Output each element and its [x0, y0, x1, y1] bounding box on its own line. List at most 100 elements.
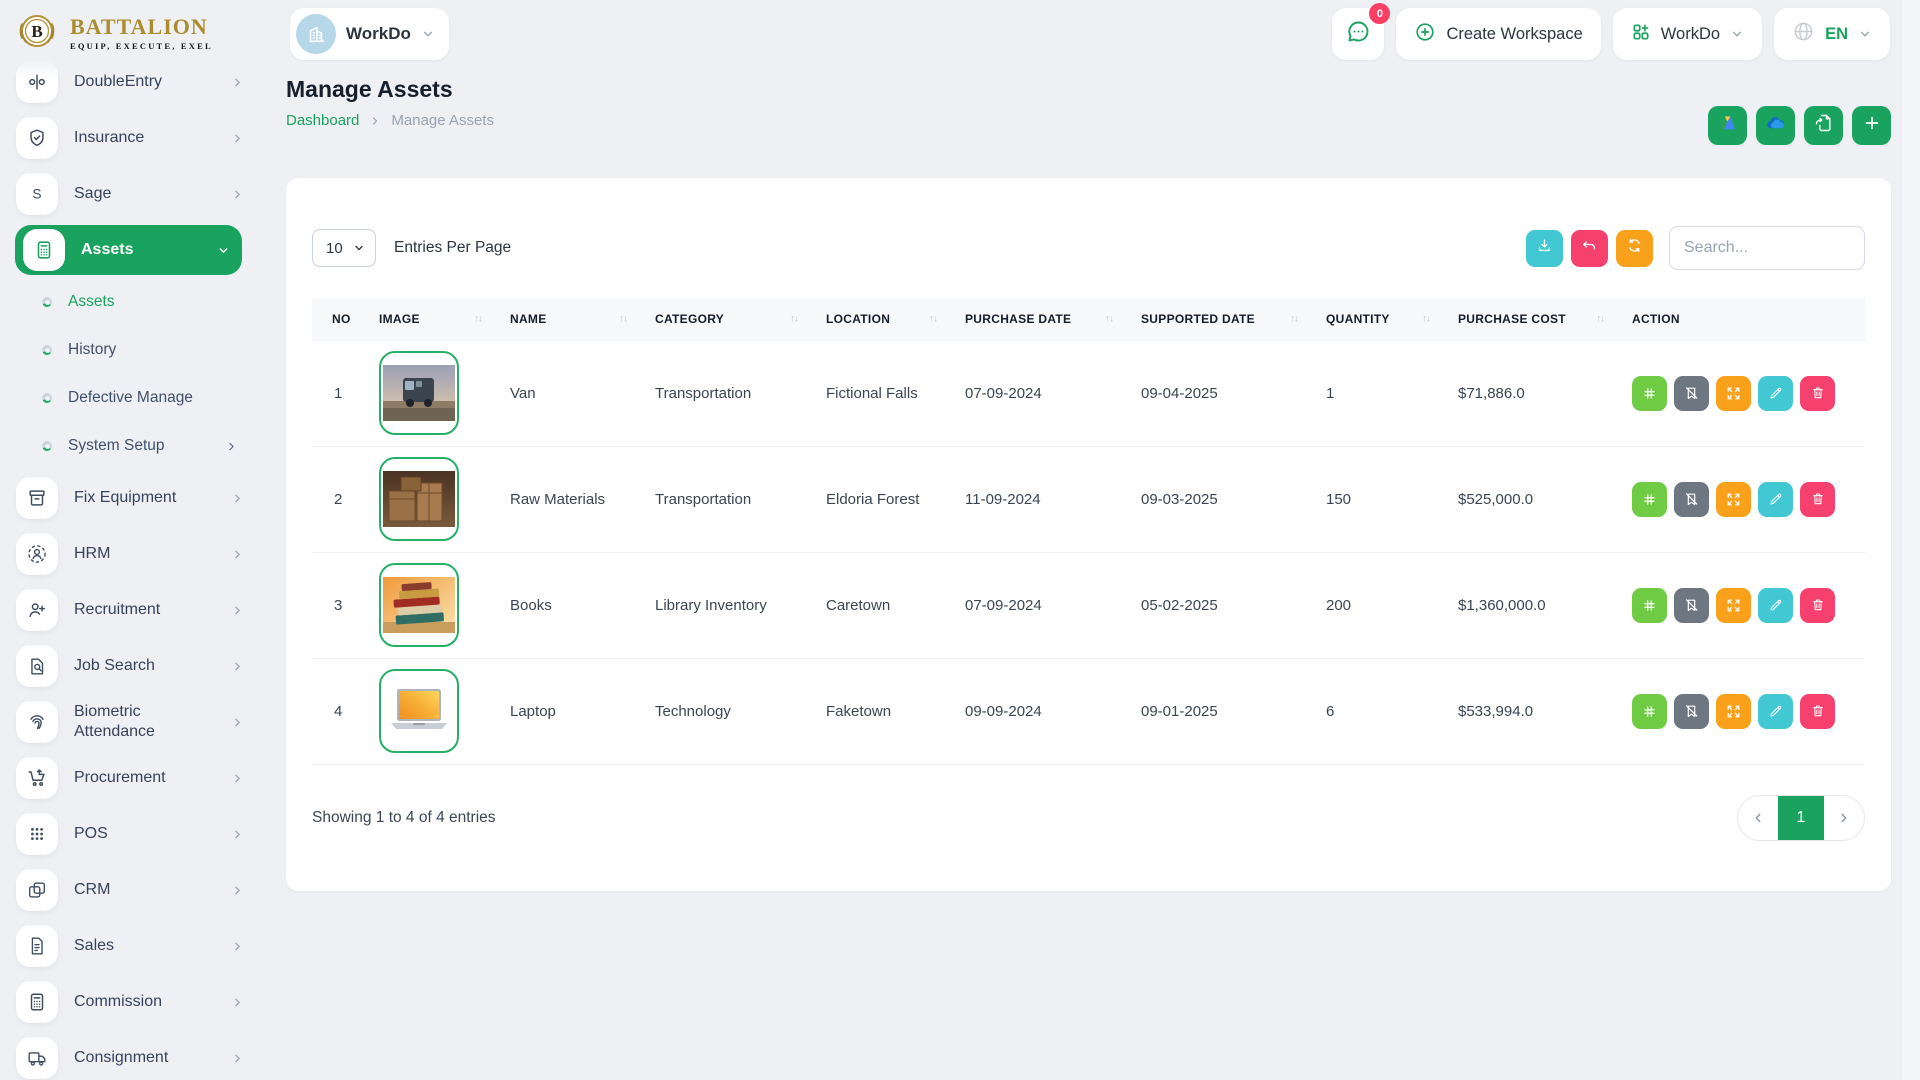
expand-button[interactable]: [1716, 376, 1751, 411]
chevron-right-icon: [231, 132, 244, 145]
bookmark-off-button[interactable]: [1674, 482, 1709, 517]
search-input[interactable]: [1669, 226, 1865, 270]
topbar-actions: 0 Create Workspace WorkDo EN: [1332, 8, 1890, 60]
sidebar-item-commission[interactable]: Commission: [0, 974, 258, 1030]
cell-quantity: 200: [1316, 552, 1448, 658]
sidebar-subitem-assets[interactable]: Assets: [0, 278, 258, 326]
column-header-name[interactable]: NAME↑↓: [500, 298, 645, 340]
cell-purchase-date: 07-09-2024: [955, 340, 1131, 446]
delete-button[interactable]: [1800, 482, 1835, 517]
column-header-purchase-cost[interactable]: PURCHASE COST↑↓: [1448, 298, 1622, 340]
sidebar-item-crm[interactable]: CRM: [0, 862, 258, 918]
barcode-button[interactable]: [1632, 694, 1667, 729]
boxes-photo[interactable]: [379, 457, 459, 541]
edit-button[interactable]: [1758, 694, 1793, 729]
messages-button[interactable]: 0: [1332, 8, 1384, 60]
reset-filters-button[interactable]: [1571, 230, 1608, 267]
sidebar-item-consignment[interactable]: Consignment: [0, 1030, 258, 1080]
sidebar-subitem-history[interactable]: History: [0, 326, 258, 374]
scrollbar-track[interactable]: [1901, 0, 1920, 1080]
barcode-button[interactable]: [1632, 376, 1667, 411]
sidebar-item-insurance[interactable]: Insurance: [0, 110, 258, 166]
sidebar-item-pos[interactable]: POS: [0, 806, 258, 862]
edit-button[interactable]: [1758, 588, 1793, 623]
laptop-photo[interactable]: [379, 669, 459, 753]
add-asset-button[interactable]: [1852, 106, 1891, 145]
edit-button[interactable]: [1758, 376, 1793, 411]
column-header-category[interactable]: CATEGORY↑↓: [645, 298, 816, 340]
file-export-icon: [1814, 113, 1834, 138]
column-header-supported-date[interactable]: SUPPORTED DATE↑↓: [1131, 298, 1316, 340]
column-header-quantity[interactable]: QUANTITY↑↓: [1316, 298, 1448, 340]
books-photo[interactable]: [379, 563, 459, 647]
export-download-button[interactable]: [1526, 230, 1563, 267]
sidebar-subitem-system-setup[interactable]: System Setup: [0, 422, 258, 470]
language-selector[interactable]: EN: [1774, 8, 1890, 60]
delete-button[interactable]: [1800, 694, 1835, 729]
sort-icon[interactable]: ↑↓: [1105, 313, 1113, 324]
sidebar-item-doubleentry[interactable]: DoubleEntry: [0, 54, 258, 110]
person-plus-icon: [16, 589, 58, 631]
sidebar-item-label: Commission: [74, 992, 215, 1012]
sort-icon[interactable]: ↑↓: [1290, 313, 1298, 324]
sidebar-item-biometric-attendance[interactable]: Biometric Attendance: [0, 694, 258, 750]
sidebar-subitem-label: Defective Manage: [68, 389, 238, 407]
sidebar-item-fix-equipment[interactable]: Fix Equipment: [0, 470, 258, 526]
create-workspace-button[interactable]: Create Workspace: [1396, 8, 1600, 60]
previous-page-button[interactable]: [1738, 796, 1778, 840]
google-drive-import-button[interactable]: [1708, 106, 1747, 145]
barcode-button[interactable]: [1632, 588, 1667, 623]
cell-category: Library Inventory: [645, 552, 816, 658]
sort-icon[interactable]: ↑↓: [929, 313, 937, 324]
edit-button[interactable]: [1758, 482, 1793, 517]
sidebar-item-hrm[interactable]: HRM: [0, 526, 258, 582]
globe-icon: [1792, 20, 1815, 48]
refresh-icon: [1626, 237, 1643, 259]
sort-icon[interactable]: ↑↓: [619, 313, 627, 324]
refresh-button[interactable]: [1616, 230, 1653, 267]
sidebar-item-sales[interactable]: Sales: [0, 918, 258, 974]
expand-button[interactable]: [1716, 482, 1751, 517]
barcode-button[interactable]: [1632, 482, 1667, 517]
next-page-button[interactable]: [1824, 796, 1864, 840]
sidebar-item-assets[interactable]: Assets: [15, 225, 242, 275]
brand-logo[interactable]: B BATTALION EQUIP, EXECUTE, EXEL: [14, 8, 213, 58]
cell-no: 3: [312, 552, 369, 658]
sidebar-item-label: Insurance: [74, 128, 215, 148]
chevron-right-icon: [231, 940, 244, 953]
sidebar-item-procurement[interactable]: Procurement: [0, 750, 258, 806]
cell-image: [369, 340, 500, 446]
bookmark-off-button[interactable]: [1674, 588, 1709, 623]
person-focus-icon: [16, 533, 58, 575]
sidebar-item-sage[interactable]: S Sage: [0, 166, 258, 222]
sidebar-subitem-label: Assets: [68, 293, 238, 311]
current-page-button[interactable]: 1: [1778, 796, 1824, 840]
column-header-location[interactable]: LOCATION↑↓: [816, 298, 955, 340]
sort-icon[interactable]: ↑↓: [790, 313, 798, 324]
delete-button[interactable]: [1800, 588, 1835, 623]
export-file-button[interactable]: [1804, 106, 1843, 145]
entries-per-page-select[interactable]: 10: [312, 229, 376, 267]
column-header-image[interactable]: IMAGE↑↓: [369, 298, 500, 340]
column-header-purchase-date[interactable]: PURCHASE DATE↑↓: [955, 298, 1131, 340]
cell-location: Faketown: [816, 658, 955, 764]
workspace-switcher[interactable]: WorkDo: [290, 8, 449, 60]
workdo-apps-menu[interactable]: WorkDo: [1613, 8, 1762, 60]
breadcrumb-dashboard-link[interactable]: Dashboard: [286, 112, 359, 129]
sidebar-item-job-search[interactable]: Job Search: [0, 638, 258, 694]
plus-icon: [1862, 113, 1882, 138]
sidebar-item-label: Assets: [81, 240, 201, 260]
showing-entries-text: Showing 1 to 4 of 4 entries: [312, 809, 496, 827]
expand-button[interactable]: [1716, 588, 1751, 623]
delete-button[interactable]: [1800, 376, 1835, 411]
bookmark-off-button[interactable]: [1674, 694, 1709, 729]
onedrive-import-button[interactable]: [1756, 106, 1795, 145]
bookmark-off-button[interactable]: [1674, 376, 1709, 411]
expand-button[interactable]: [1716, 694, 1751, 729]
van-photo[interactable]: [379, 351, 459, 435]
sort-icon[interactable]: ↑↓: [474, 313, 482, 324]
sort-icon[interactable]: ↑↓: [1422, 313, 1430, 324]
sidebar-subitem-defective-manage[interactable]: Defective Manage: [0, 374, 258, 422]
sidebar-item-recruitment[interactable]: Recruitment: [0, 582, 258, 638]
sort-icon[interactable]: ↑↓: [1596, 313, 1604, 324]
